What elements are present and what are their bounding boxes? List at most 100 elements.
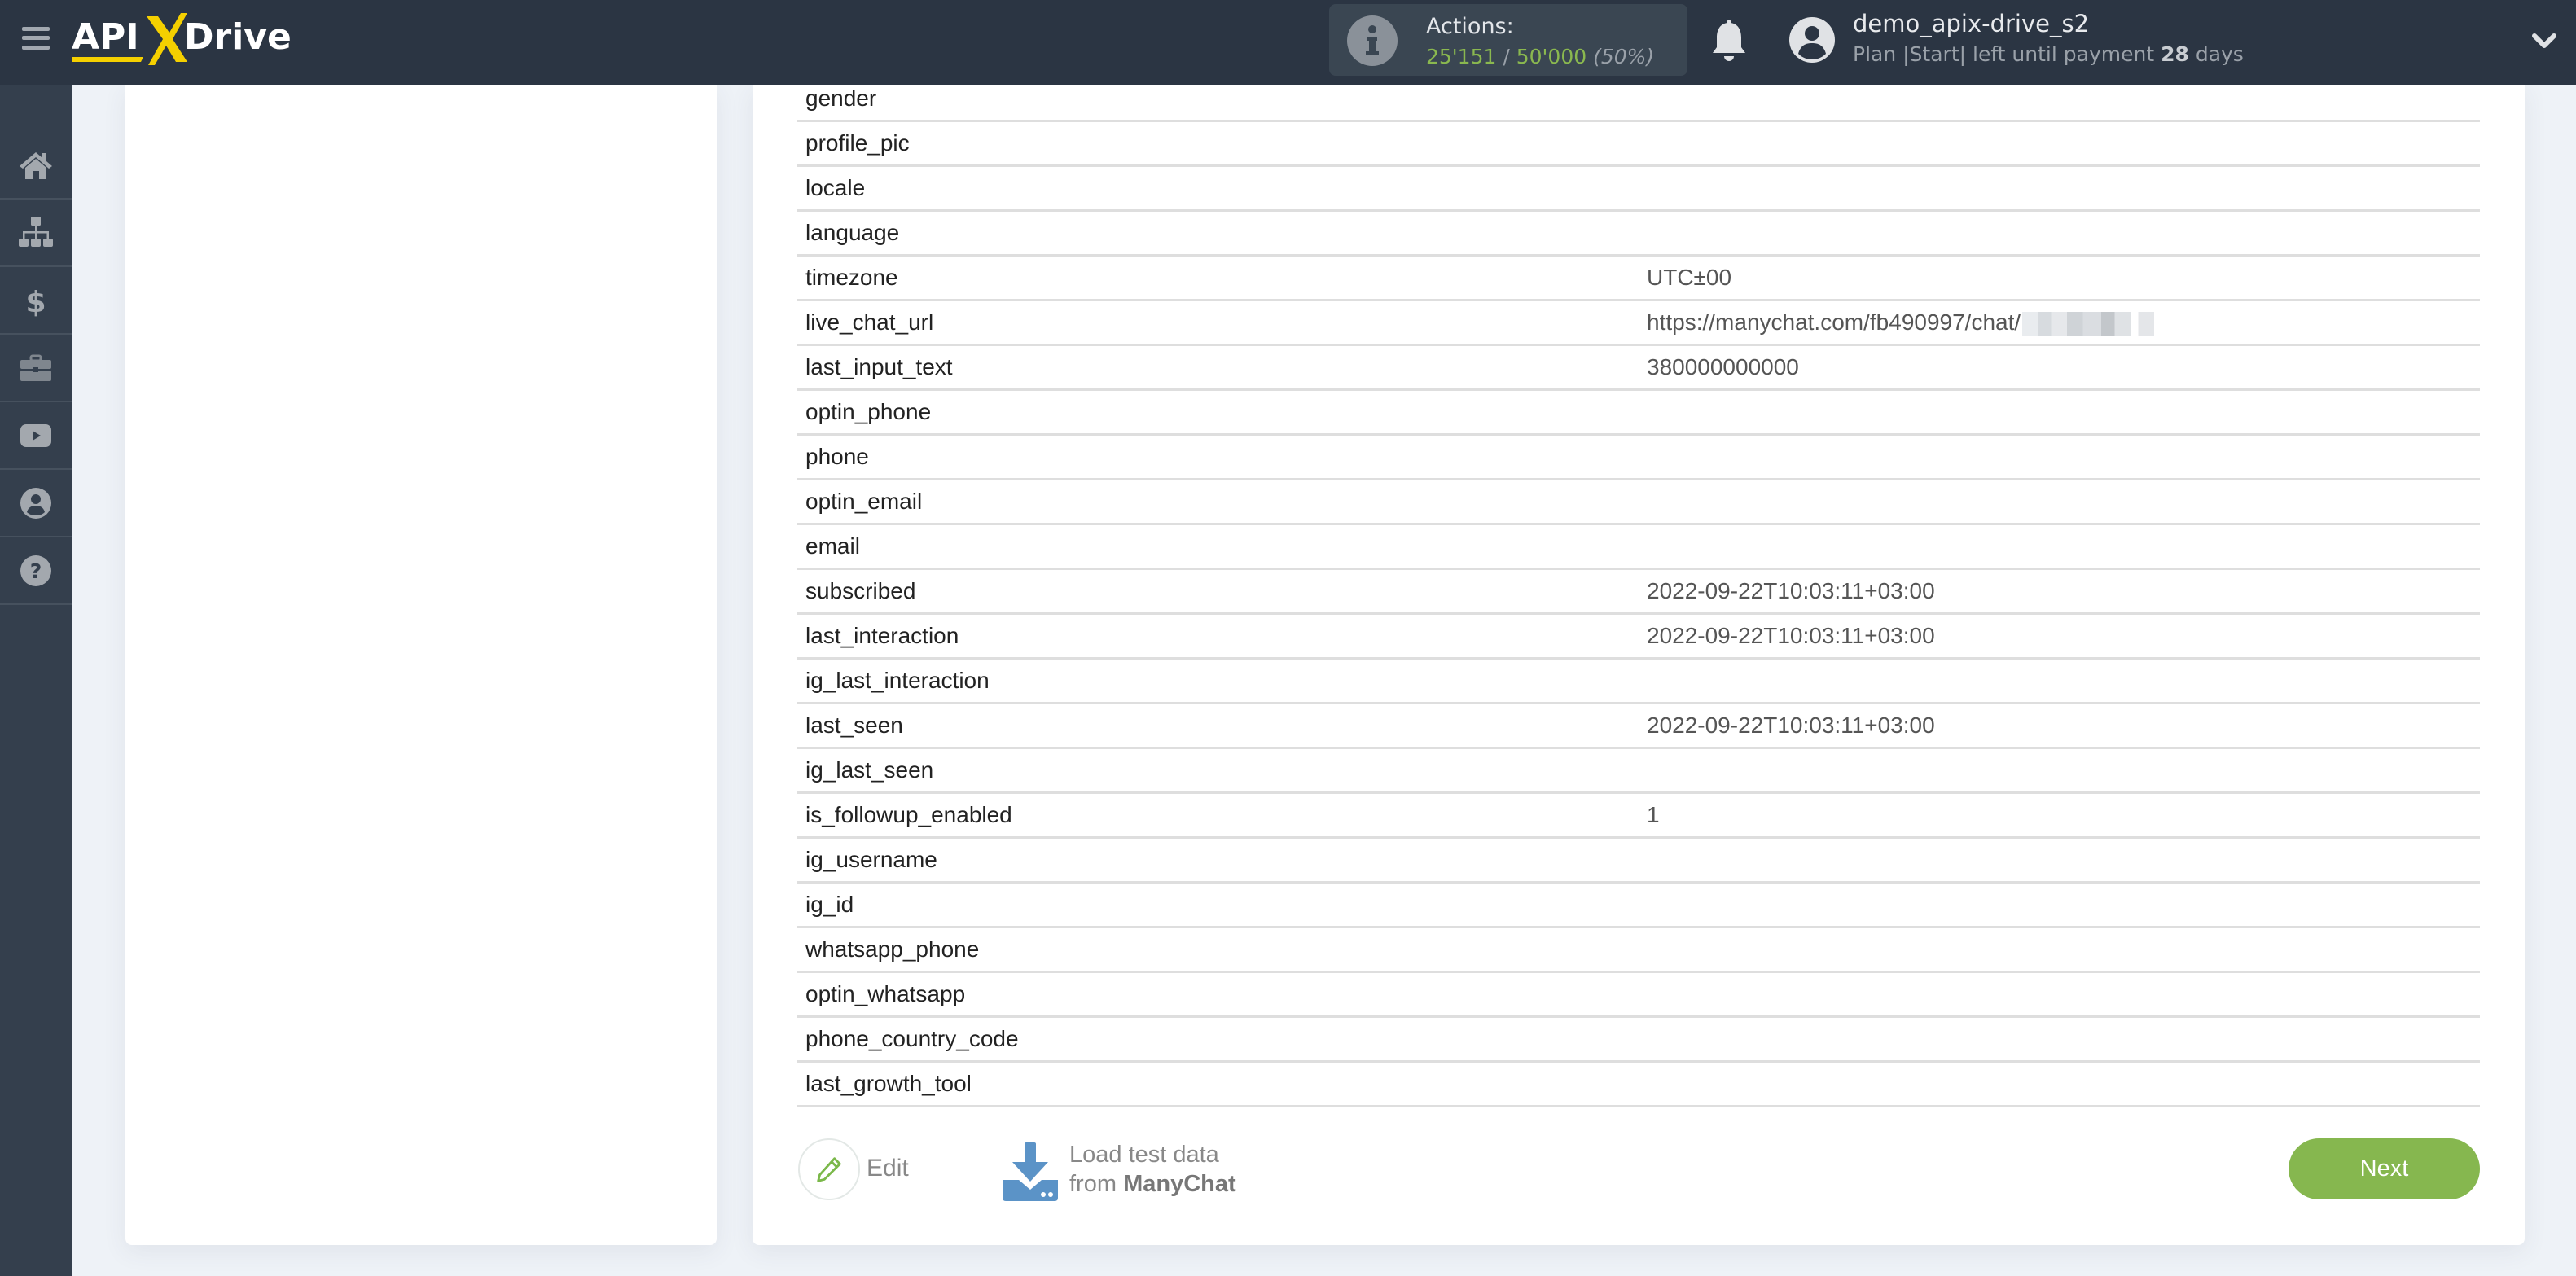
edit-button[interactable]: Edit bbox=[798, 1138, 920, 1200]
home-icon bbox=[20, 151, 52, 179]
field-name: phone bbox=[805, 444, 869, 469]
load-line2: from ManyChat bbox=[1069, 1171, 1236, 1197]
load-test-data-button[interactable]: Load test data from ManyChat bbox=[1001, 1140, 1270, 1201]
next-button[interactable]: Next bbox=[2289, 1138, 2480, 1199]
sidebar: $ ? bbox=[0, 85, 72, 1276]
field-name: subscribed bbox=[805, 578, 916, 603]
field-value: UTC±00 bbox=[1647, 265, 1731, 291]
sidebar-item-tools[interactable] bbox=[0, 335, 72, 402]
table-row: subscribed 2022-09-22T10:03:11+03:00 bbox=[797, 570, 2480, 615]
field-name: optin_whatsapp bbox=[805, 981, 966, 1006]
field-value-text: 2022-09-22T10:03:11+03:00 bbox=[1647, 578, 1935, 603]
table-row: last_seen 2022-09-22T10:03:11+03:00 bbox=[797, 704, 2480, 749]
actions-counts: 25'151 / 50'000 (50%) bbox=[1426, 45, 1654, 68]
left-panel bbox=[125, 85, 717, 1245]
field-name: ig_id bbox=[805, 892, 854, 917]
field-name: live_chat_url bbox=[805, 309, 934, 335]
username[interactable]: demo_apix-drive_s2 bbox=[1853, 10, 2089, 37]
sidebar-item-home[interactable] bbox=[0, 132, 72, 200]
field-name: ig_last_seen bbox=[805, 757, 934, 783]
field-value: 380000000000 bbox=[1647, 354, 1799, 380]
field-value-text: 2022-09-22T10:03:11+03:00 bbox=[1647, 713, 1935, 738]
field-value: 1 bbox=[1647, 802, 1660, 828]
sidebar-item-help[interactable]: ? bbox=[0, 537, 72, 605]
fields-table: gender profile_piclocale language timezone U… bbox=[797, 77, 2480, 1107]
plan-info: Plan |Start| left until payment 28 days bbox=[1853, 42, 2244, 66]
actions-percent: (50%) bbox=[1593, 45, 1655, 68]
table-row: language bbox=[797, 212, 2480, 257]
field-name: last_growth_tool bbox=[805, 1071, 972, 1096]
top-bar: API Drive Actions: 25'151 / 50'000 (50%)… bbox=[0, 0, 2576, 85]
actions-separator: / bbox=[1496, 45, 1516, 68]
field-value: https://manychat.com/fb490997/chat/ bbox=[1647, 309, 2155, 336]
sidebar-item-billing[interactable]: $ bbox=[0, 267, 72, 335]
table-row: ig_last_interaction bbox=[797, 660, 2480, 704]
field-value: 2022-09-22T10:03:11+03:00 bbox=[1647, 578, 1935, 604]
load-test-data-label: Load test data from ManyChat bbox=[1069, 1140, 1236, 1199]
sidebar-item-video[interactable] bbox=[0, 402, 72, 470]
table-row: profile_pic bbox=[797, 122, 2480, 167]
svg-text:API: API bbox=[72, 16, 139, 58]
field-name: last_input_text bbox=[805, 354, 953, 379]
table-row: optin_phone bbox=[797, 391, 2480, 436]
svg-text:Drive: Drive bbox=[184, 16, 292, 58]
field-value-text: 380000000000 bbox=[1647, 354, 1799, 379]
download-icon bbox=[1003, 1142, 1058, 1201]
test-data-card: gender profile_piclocale language timezone U… bbox=[753, 85, 2525, 1245]
field-name: email bbox=[805, 533, 860, 559]
table-row: ig_id bbox=[797, 884, 2480, 928]
field-name: language bbox=[805, 220, 900, 245]
field-name: last_interaction bbox=[805, 623, 959, 648]
table-row: phone_country_code bbox=[797, 1018, 2480, 1063]
field-value-text: UTC±00 bbox=[1647, 265, 1732, 290]
table-row: live_chat_url https://manychat.com/fb4909… bbox=[797, 301, 2480, 346]
table-row: whatsapp_phone bbox=[797, 928, 2480, 973]
user-circle-icon bbox=[20, 487, 51, 519]
briefcase-icon bbox=[20, 354, 51, 381]
table-row: last_growth_tool bbox=[797, 1063, 2480, 1107]
field-value: 2022-09-22T10:03:11+03:00 bbox=[1647, 623, 1935, 649]
user-avatar-icon[interactable] bbox=[1788, 16, 1836, 64]
table-row: ig_last_seen bbox=[797, 749, 2480, 794]
table-row: last_input_text 380000000000 bbox=[797, 346, 2480, 391]
menu-toggle-button[interactable] bbox=[22, 27, 50, 50]
table-row: optin_whatsapp bbox=[797, 973, 2480, 1018]
days-left: 28 bbox=[2161, 42, 2189, 66]
notifications-bell-icon[interactable] bbox=[1710, 20, 1748, 64]
actions-label: Actions: bbox=[1426, 14, 1514, 39]
field-name: optin_phone bbox=[805, 399, 932, 424]
info-icon bbox=[1347, 15, 1398, 66]
youtube-icon bbox=[20, 423, 51, 447]
sidebar-item-account[interactable] bbox=[0, 470, 72, 537]
plan-text: Plan |Start| left until payment bbox=[1853, 42, 2161, 66]
field-value: 2022-09-22T10:03:11+03:00 bbox=[1647, 713, 1935, 739]
field-value-text: 2022-09-22T10:03:11+03:00 bbox=[1647, 623, 1935, 648]
table-row: phone bbox=[797, 436, 2480, 480]
apixdrive-logo[interactable]: API Drive bbox=[72, 11, 292, 68]
field-name: timezone bbox=[805, 265, 898, 290]
field-name: last_seen bbox=[805, 713, 903, 738]
source-name: ManyChat bbox=[1123, 1171, 1236, 1197]
table-row: timezone UTC±00 bbox=[797, 257, 2480, 301]
field-name: ig_username bbox=[805, 847, 937, 872]
sidebar-item-connections[interactable] bbox=[0, 200, 72, 267]
chevron-down-icon[interactable] bbox=[2531, 29, 2557, 52]
field-name: optin_email bbox=[805, 489, 923, 514]
actions-usage-panel[interactable]: Actions: 25'151 / 50'000 (50%) bbox=[1329, 4, 1687, 76]
field-name: phone_country_code bbox=[805, 1026, 1019, 1051]
field-value-text: https://manychat.com/fb490997/chat/ bbox=[1647, 309, 2021, 335]
table-row: email bbox=[797, 525, 2480, 570]
days-suffix: days bbox=[2188, 42, 2244, 66]
field-name: profile_pic bbox=[805, 130, 910, 156]
field-name: ig_last_interaction bbox=[805, 668, 990, 693]
hamburger-icon bbox=[22, 27, 50, 31]
table-row: optin_email bbox=[797, 480, 2480, 525]
pencil-icon bbox=[817, 1157, 841, 1182]
help-icon: ? bbox=[20, 555, 51, 586]
field-name: whatsapp_phone bbox=[805, 936, 980, 962]
table-row: locale bbox=[797, 167, 2480, 212]
sitemap-icon bbox=[19, 216, 53, 247]
field-name: gender bbox=[805, 86, 877, 111]
actions-used: 25'151 bbox=[1426, 45, 1497, 68]
field-name: is_followup_enabled bbox=[805, 802, 1012, 827]
